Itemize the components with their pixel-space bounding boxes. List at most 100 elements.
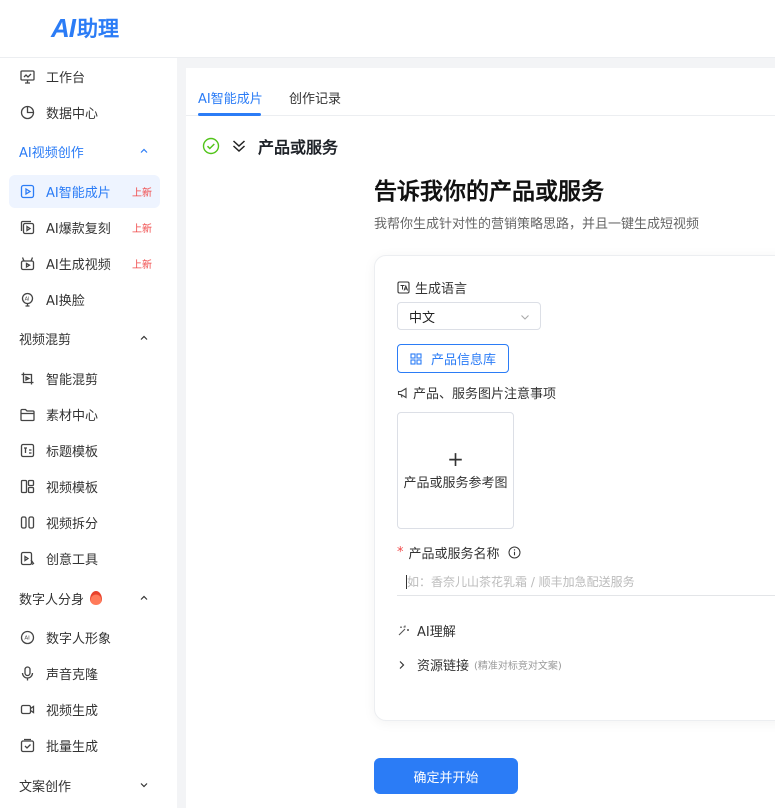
active-tab-indicator [198, 113, 261, 116]
plus-icon: + [447, 447, 464, 471]
info-icon[interactable] [508, 546, 521, 559]
copy-video-icon [19, 219, 36, 236]
sidebar-item-label: AI换脸 [46, 294, 85, 309]
language-select[interactable]: 中文 [397, 302, 541, 330]
sidebar-item-label: AI爆款复刻 [46, 222, 111, 237]
resource-link-toggle[interactable]: 资源链接 (精准对标竞对文案) [397, 655, 562, 674]
sidebar-item-video-gen[interactable]: 视频生成 [9, 693, 160, 726]
layout-icon [19, 478, 36, 495]
product-name-input[interactable]: 如：香奈儿山茶花乳霜 / 顺丰加急配送服务 [397, 568, 775, 596]
sidebar-item-label: 创意工具 [46, 553, 99, 568]
language-label-row: 生成语言 [397, 278, 467, 297]
group-label: AI视频创作 [19, 145, 84, 161]
new-badge: 上新 [132, 260, 152, 271]
sidebar-group-digital-human[interactable]: 数字人分身 [19, 584, 159, 612]
logo-text: 助理 [77, 17, 119, 41]
sidebar-item-smart-mix[interactable]: 智能混剪 [9, 362, 160, 395]
group-label: 数字人分身 [19, 592, 85, 608]
new-badge: 上新 [132, 188, 152, 199]
sidebar-item-voice-clone[interactable]: 声音克隆 [9, 657, 160, 690]
product-form-card: 生成语言 中文 产品信息库 产品、服务图片注意事项 + 产品或服务参考图 * 产… [374, 255, 775, 721]
sidebar-item-label: 工作台 [46, 71, 86, 86]
sidebar-item-ai-gen[interactable]: AI生成视频 上新 [9, 247, 160, 280]
magic-wand-icon [398, 625, 409, 636]
ai-understand-label: AI理解 [417, 625, 456, 640]
image-notice-text: 产品、服务图片注意事项 [413, 387, 557, 402]
fire-icon [90, 591, 103, 605]
translate-icon [397, 281, 410, 294]
product-name-placeholder: 如：香奈儿山茶花乳霜 / 顺丰加急配送服务 [407, 575, 635, 589]
chevron-right-icon [399, 660, 405, 669]
svg-text:AI: AI [25, 297, 30, 303]
chevron-down-icon [140, 783, 148, 788]
tab-history[interactable]: 创作记录 [289, 88, 341, 107]
ai-video-icon [19, 183, 36, 200]
svg-text:AI: AI [24, 636, 30, 642]
product-name-label-row: * 产品或服务名称 [397, 543, 521, 562]
sidebar-item-label: AI智能成片 [46, 186, 111, 201]
group-label: 视频混剪 [19, 332, 72, 348]
creative-tool-icon [19, 550, 36, 567]
upload-label: 产品或服务参考图 [403, 476, 508, 491]
sidebar-group-mix[interactable]: 视频混剪 [19, 324, 159, 352]
language-label: 生成语言 [415, 282, 468, 297]
sidebar-item-title-template[interactable]: 标题模板 [9, 434, 160, 467]
sidebar-item-ai-smart[interactable]: AI智能成片 上新 [9, 175, 160, 208]
double-chevron-down-icon[interactable] [230, 137, 248, 155]
sidebar-group-ai-video[interactable]: AI视频创作 [19, 137, 159, 165]
generate-video-icon [19, 255, 36, 272]
logo-mark: AI [51, 12, 76, 43]
sidebar-item-label: AI生成视频 [46, 258, 111, 273]
sidebar-item-label: 数据中心 [46, 107, 99, 122]
step-title: 产品或服务 [258, 138, 339, 157]
text-caret [406, 575, 407, 589]
chevron-down-icon [521, 315, 529, 320]
image-notice-link[interactable]: 产品、服务图片注意事项 [397, 383, 556, 402]
ai-understand-toggle[interactable]: AI理解 [397, 621, 456, 640]
required-mark: * [397, 545, 404, 560]
resource-link-hint: (精准对标竞对文案) [474, 661, 562, 672]
main-panel: AI智能成片 创作记录 产品或服务 告诉我你的产品或服务 我帮你生成针对性的营销… [186, 68, 775, 808]
reference-image-upload[interactable]: + 产品或服务参考图 [397, 412, 514, 529]
sidebar-item-label: 数字人形象 [46, 632, 112, 647]
sidebar-item-workbench[interactable]: 工作台 [9, 60, 160, 93]
sidebar-item-label: 标题模板 [46, 445, 99, 460]
folder-icon [19, 406, 36, 423]
product-name-label: 产品或服务名称 [408, 547, 500, 562]
app-logo[interactable]: AI 助理 [51, 12, 119, 43]
resource-link-label: 资源链接 [417, 659, 470, 674]
chevron-up-icon [140, 335, 148, 340]
tab-ai-smart[interactable]: AI智能成片 [198, 88, 263, 107]
page-subtitle: 我帮你生成针对性的营销策略思路，并且一键生成短视频 [374, 217, 700, 232]
sidebar-group-copywriting[interactable]: 文案创作 [19, 771, 159, 799]
sidebar-item-batch[interactable]: 批量生成 [9, 729, 160, 762]
sidebar-item-material[interactable]: 素材中心 [9, 398, 160, 431]
pie-chart-icon [19, 104, 36, 121]
sidebar-item-video-split[interactable]: 视频拆分 [9, 506, 160, 539]
sidebar-item-ai-copy[interactable]: AI爆款复刻 上新 [9, 211, 160, 244]
face-swap-icon: AI [19, 291, 36, 308]
sidebar-item-label: 声音克隆 [46, 668, 99, 683]
batch-check-icon [19, 737, 36, 754]
product-library-button[interactable]: 产品信息库 [397, 344, 509, 373]
group-label: 文案创作 [19, 779, 72, 795]
sidebar-item-creative[interactable]: 创意工具 [9, 542, 160, 575]
sidebar-item-label: 视频模板 [46, 481, 99, 496]
sidebar-item-label: 视频生成 [46, 704, 99, 719]
sidebar-item-video-template[interactable]: 视频模板 [9, 470, 160, 503]
step-header: 产品或服务 [202, 134, 338, 158]
sidebar-item-label: 视频拆分 [46, 517, 99, 532]
grid-icon [410, 352, 422, 365]
title-template-icon [19, 442, 36, 459]
smart-mix-icon [19, 370, 36, 387]
confirm-start-button[interactable]: 确定并开始 [374, 758, 518, 794]
sidebar-item-digital-human-image[interactable]: AI 数字人形象 [9, 621, 160, 654]
sidebar-item-data-center[interactable]: 数据中心 [9, 96, 160, 129]
video-camera-icon [19, 701, 36, 718]
sidebar-item-ai-face[interactable]: AI AI换脸 [9, 283, 160, 316]
sidebar-item-label: 智能混剪 [46, 373, 99, 388]
chevron-up-icon [140, 595, 148, 600]
monitor-icon [19, 68, 36, 85]
check-circle-icon [202, 137, 220, 155]
sidebar-item-label: 批量生成 [46, 740, 99, 755]
